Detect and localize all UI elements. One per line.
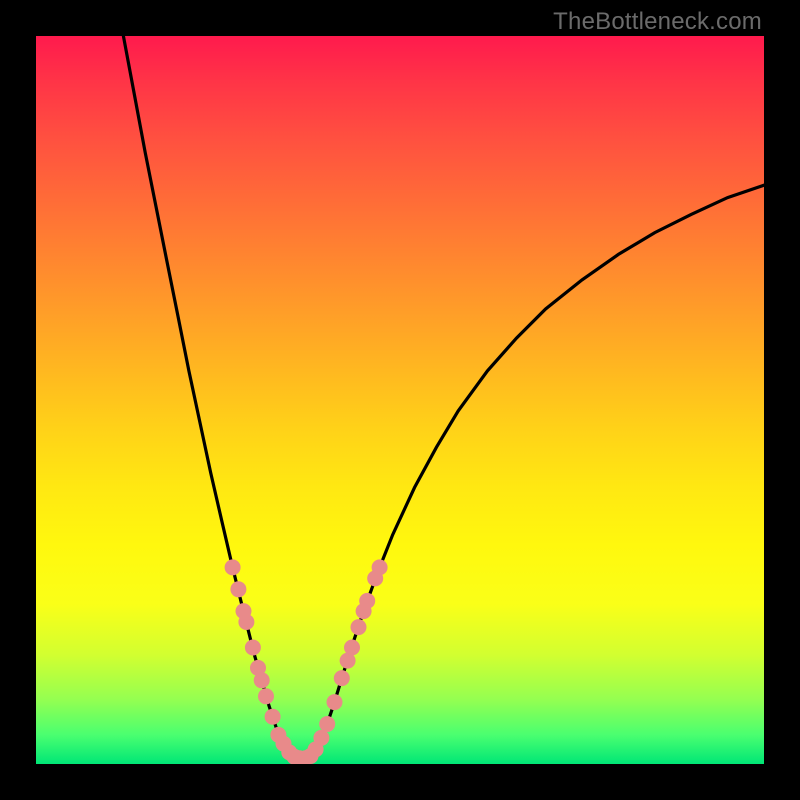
data-marker [225,559,241,575]
data-marker [245,640,261,656]
data-marker [359,593,375,609]
data-marker [372,559,388,575]
data-marker [265,709,281,725]
marker-layer [225,559,388,764]
data-marker [334,670,350,686]
data-marker [313,730,329,746]
data-marker [327,694,343,710]
watermark-text: TheBottleneck.com [553,8,762,36]
bottleneck-curve [123,36,764,758]
data-marker [238,614,254,630]
plot-area [36,36,764,764]
chart-svg [36,36,764,764]
data-marker [344,640,360,656]
chart-frame: TheBottleneck.com [0,0,800,800]
data-marker [319,716,335,732]
data-marker [258,688,274,704]
data-marker [230,581,246,597]
data-marker [254,672,270,688]
data-marker [351,619,367,635]
curve-layer [123,36,764,758]
